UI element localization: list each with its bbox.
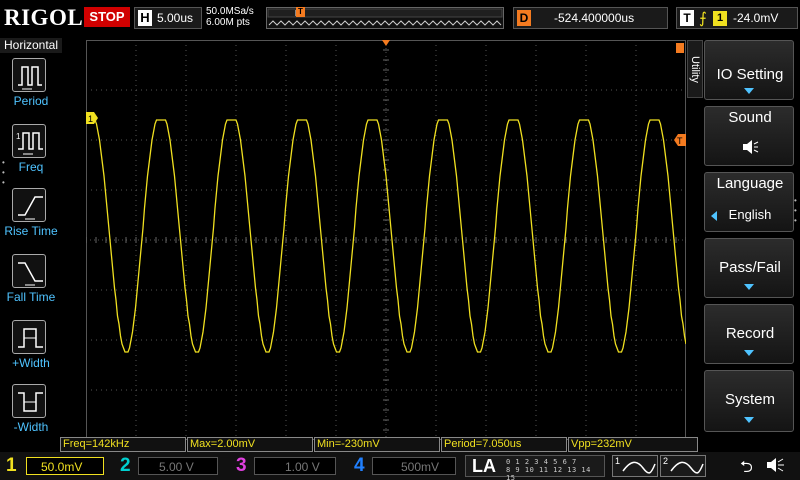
submenu-caret-icon	[744, 88, 754, 94]
language-label: Language	[716, 175, 784, 192]
decode-bus-2[interactable]: 2	[660, 455, 706, 477]
measure-positive-width-button[interactable]: +Width	[0, 318, 62, 380]
channel-4-scale-value: 500mV	[401, 460, 440, 474]
bus-wave-icon	[670, 461, 704, 474]
brand-logo: RIGOL	[4, 5, 84, 30]
measure-max-result[interactable]: Max=2.00mV	[187, 437, 313, 452]
submenu-caret-icon	[744, 350, 754, 356]
trigger-label: T	[680, 10, 694, 26]
memory-mini-wave	[268, 20, 502, 26]
pass-fail-label: Pass/Fail	[719, 259, 781, 276]
channel-2-scale[interactable]: 5.00 V	[138, 457, 218, 475]
logic-channels-low: 0 1 2 3 4 5 6 7	[506, 458, 577, 466]
timebase-value: 5.00us	[157, 11, 194, 25]
positive-width-icon	[12, 320, 46, 354]
utility-softkey-menu: IO Setting Sound Language English Pass/F…	[704, 40, 794, 435]
channel-3-scale-value: 1.00 V	[285, 460, 320, 474]
logic-analyzer-status[interactable]: LA 0 1 2 3 4 5 6 7 8 9 10 11 12 13 14 15	[465, 455, 605, 480]
io-setting-button[interactable]: IO Setting	[704, 40, 794, 100]
measure-negative-width-button[interactable]: -Width	[0, 382, 62, 444]
language-value: English	[728, 207, 772, 222]
logic-channels-high: 8 9 10 11 12 13 14 15	[506, 466, 591, 480]
io-setting-label: IO Setting	[716, 66, 784, 83]
usb-icon: ⮌	[740, 459, 753, 476]
measurement-results-bar: Freq=142kHz Max=2.00mV Min=-230mV Period…	[60, 437, 700, 452]
negative-width-icon	[12, 384, 46, 418]
measure-positive-width-label: +Width	[12, 356, 50, 370]
measure-rise-time-button[interactable]: Rise Time	[0, 186, 62, 248]
measure-freq-result[interactable]: Freq=142kHz	[60, 437, 186, 452]
speaker-icon	[740, 137, 760, 157]
trigger-display[interactable]: T ⨍ 1 -24.0mV	[676, 7, 798, 29]
submenu-caret-icon	[744, 284, 754, 290]
measure-frequency-label: Freq	[18, 160, 44, 174]
measure-vpp-result[interactable]: Vpp=232mV	[568, 437, 698, 452]
svg-text:1: 1	[88, 114, 93, 124]
channel-3-number[interactable]: 3	[236, 455, 247, 477]
delay-label: D	[517, 10, 531, 26]
speaker-icon[interactable]	[764, 456, 790, 474]
measure-period-result[interactable]: Period=7.050us	[441, 437, 567, 452]
sidebar-scroll-dots[interactable]: • • •	[2, 158, 8, 188]
channel-4-number[interactable]: 4	[354, 455, 365, 477]
trigger-level-marker-label: T	[677, 136, 683, 146]
sample-rate: 50.0MSa/s	[206, 6, 254, 17]
measure-period-label: Period	[13, 94, 49, 108]
run-stop-status[interactable]: STOP	[84, 7, 130, 27]
channel-1-scale-value: 50.0mV	[41, 460, 83, 474]
decode-bus-1[interactable]: 1	[612, 455, 658, 477]
measure-min-result[interactable]: Min=-230mV	[314, 437, 440, 452]
trigger-position-marker: T	[296, 7, 305, 17]
delay-value: -524.400000us	[554, 11, 635, 25]
channel-2-scale-value: 5.00 V	[159, 460, 194, 474]
period-icon	[12, 58, 46, 92]
system-button[interactable]: System	[704, 370, 794, 432]
measure-rise-time-label: Rise Time	[4, 224, 58, 238]
pass-fail-button[interactable]: Pass/Fail	[704, 238, 794, 298]
sound-label: Sound	[728, 109, 772, 126]
channel-1-scale[interactable]: 50.0mV	[26, 457, 104, 475]
trigger-time-marker	[382, 40, 390, 46]
language-button[interactable]: Language English	[704, 172, 794, 232]
channel-1-number[interactable]: 1	[6, 455, 17, 477]
trigger-source-channel: 1	[713, 11, 727, 26]
logic-channel-map: 0 1 2 3 4 5 6 7 8 9 10 11 12 13 14 15	[506, 458, 604, 480]
rise-time-icon	[12, 188, 46, 222]
measure-fall-time-label: Fall Time	[6, 290, 56, 304]
timebase-display[interactable]: H 5.00us	[134, 7, 202, 29]
fall-time-icon	[12, 254, 46, 288]
measure-period-button[interactable]: Period	[0, 56, 62, 118]
measure-frequency-button[interactable]: 1 Freq	[0, 122, 62, 184]
channel-2-number[interactable]: 2	[120, 455, 131, 477]
waveform-display[interactable]: 1T	[85, 39, 687, 441]
measure-fall-time-button[interactable]: Fall Time	[0, 252, 62, 314]
system-label: System	[724, 391, 775, 408]
memory-depth: 6.00M pts	[206, 17, 250, 28]
svg-text:1: 1	[16, 132, 21, 141]
menu-scroll-dots[interactable]: • • •	[794, 196, 800, 226]
timebase-label: H	[138, 10, 152, 26]
submenu-caret-icon	[744, 417, 754, 423]
frequency-icon: 1	[12, 124, 46, 158]
measure-negative-width-label: -Width	[13, 420, 49, 434]
acquisition-info: 50.0MSa/s 6.00M pts	[206, 6, 254, 28]
record-button[interactable]: Record	[704, 304, 794, 364]
record-label: Record	[725, 325, 775, 342]
trigger-level-marker-top	[676, 43, 684, 53]
channel-3-scale[interactable]: 1.00 V	[254, 457, 336, 475]
top-status-bar: RIGOL STOP H 5.00us 50.0MSa/s 6.00M pts …	[0, 0, 800, 38]
graticule: 1T	[85, 39, 687, 441]
bus-wave-icon	[622, 461, 656, 474]
sidebar-title: Horizontal	[0, 38, 62, 53]
trigger-level-value: -24.0mV	[733, 11, 779, 25]
rising-edge-icon: ⨍	[699, 10, 707, 27]
channel-status-bar: 1 50.0mV 2 5.00 V 3 1.00 V 4 500mV LA 0 …	[0, 452, 800, 480]
sound-button[interactable]: Sound	[704, 106, 794, 166]
measurement-sidebar: Horizontal Period 1 Freq Rise Time Fall …	[0, 38, 62, 438]
delay-display[interactable]: D -524.400000us	[513, 7, 668, 29]
channel-4-scale[interactable]: 500mV	[372, 457, 456, 475]
logic-analyzer-label: LA	[472, 456, 496, 476]
utility-menu-tab[interactable]: Utility	[687, 40, 703, 98]
